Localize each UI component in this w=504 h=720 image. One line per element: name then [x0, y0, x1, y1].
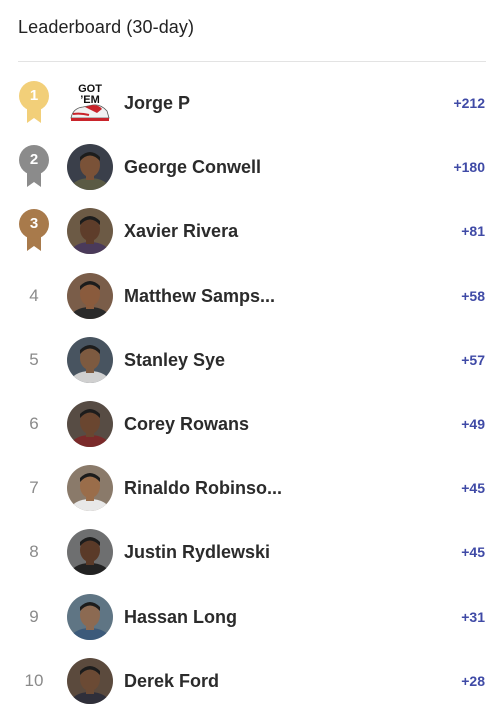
- rank-number: 9: [29, 606, 39, 626]
- avatar[interactable]: [67, 529, 113, 576]
- rank-number: 8: [29, 542, 39, 562]
- rank-medal-icon: 3: [18, 209, 50, 253]
- points-value: +45: [461, 480, 485, 497]
- rank-number: 2: [29, 151, 39, 169]
- user-name[interactable]: Stanley Sye: [124, 328, 225, 392]
- user-name[interactable]: Xavier Rivera: [124, 199, 238, 263]
- user-name[interactable]: Derek Ford: [124, 649, 219, 713]
- user-name[interactable]: Corey Rowans: [124, 392, 249, 456]
- leaderboard-row[interactable]: 4 Matthew Samps... +58: [0, 264, 504, 328]
- leaderboard-row[interactable]: 3 Xavier Rivera +81: [0, 199, 504, 263]
- points-value: +212: [453, 95, 485, 111]
- points-value: +180: [453, 159, 485, 176]
- header-divider: [18, 61, 486, 62]
- rank-number: 5: [29, 349, 39, 369]
- rank-number: 3: [29, 215, 39, 233]
- user-name[interactable]: Jorge P: [124, 71, 190, 135]
- avatar[interactable]: [67, 657, 113, 704]
- user-name[interactable]: Hassan Long: [124, 585, 237, 649]
- points-value: +81: [461, 223, 485, 240]
- rank-medal-icon: 2: [18, 145, 50, 189]
- avatar[interactable]: [67, 465, 113, 512]
- points-value: +58: [461, 287, 485, 304]
- avatar[interactable]: [67, 144, 113, 191]
- points-value: +45: [461, 544, 485, 561]
- rank-number: 1: [29, 87, 39, 104]
- points-value: +28: [461, 672, 485, 689]
- user-name[interactable]: Justin Rydlewski: [124, 520, 270, 584]
- rank-number: 7: [29, 478, 39, 498]
- user-name[interactable]: Matthew Samps...: [124, 264, 275, 328]
- leaderboard-row[interactable]: 7 Rinaldo Robinso... +45: [0, 456, 504, 520]
- leaderboard-row[interactable]: 6 Corey Rowans +49: [0, 392, 504, 456]
- leaderboard-title: Leaderboard (30-day): [18, 17, 195, 37]
- avatar[interactable]: [67, 208, 113, 255]
- leaderboard-row[interactable]: 2 George Conwell +180: [0, 135, 504, 199]
- avatar[interactable]: [67, 593, 113, 640]
- avatar[interactable]: [67, 272, 113, 319]
- avatar[interactable]: [67, 401, 113, 447]
- rank-number: 10: [24, 670, 44, 690]
- rank-number: 6: [29, 414, 39, 433]
- points-value: +57: [461, 351, 485, 368]
- user-name[interactable]: Rinaldo Robinso...: [124, 456, 282, 520]
- rank-medal-icon: 1: [18, 81, 50, 125]
- avatar[interactable]: GOT ’EM: [67, 80, 113, 126]
- leaderboard-card: Leaderboard (30-day) 1 GOT ’EM Jorge P +212 2…: [0, 0, 504, 720]
- leaderboard-row[interactable]: 9 Hassan Long +31: [0, 585, 504, 649]
- leaderboard-row[interactable]: 8 Justin Rydlewski +45: [0, 520, 504, 584]
- leaderboard-row[interactable]: 10 Derek Ford +28: [0, 649, 504, 713]
- leaderboard-row[interactable]: 1 GOT ’EM Jorge P +212: [0, 71, 504, 135]
- user-name[interactable]: George Conwell: [124, 135, 261, 199]
- avatar[interactable]: [67, 336, 113, 383]
- leaderboard-row[interactable]: 5 Stanley Sye +57: [0, 328, 504, 392]
- points-value: +31: [461, 608, 485, 625]
- svg-text:’EM: ’EM: [80, 94, 100, 106]
- rank-number: 4: [29, 285, 39, 305]
- points-value: +49: [461, 416, 485, 432]
